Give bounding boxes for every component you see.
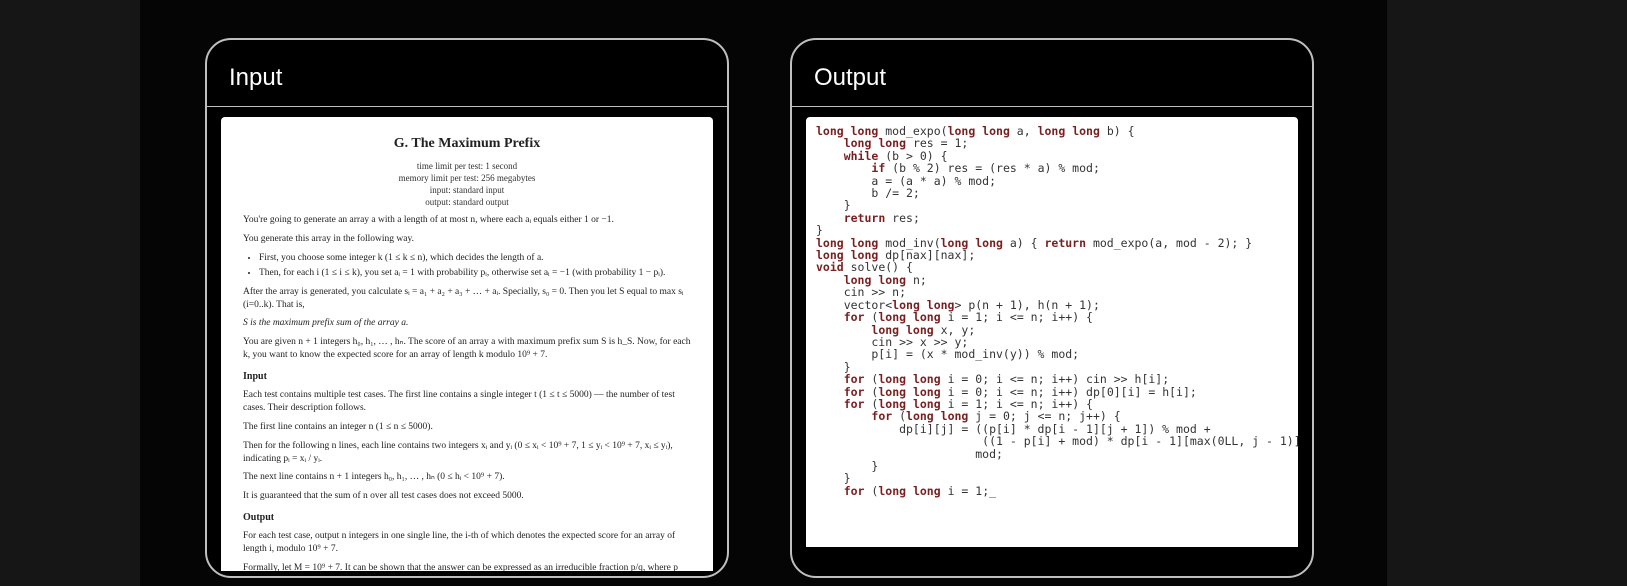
input-panel-title: Input — [207, 40, 727, 106]
meta-time: time limit per test: 1 second — [243, 160, 691, 172]
code-block: long long mod_expo(long long a, long lon… — [806, 117, 1298, 547]
prob-bullet2: Then, for each i (1 ≤ i ≤ k), you set aᵢ… — [259, 267, 691, 280]
input-panel: Input G. The Maximum Prefix time limit p… — [205, 38, 729, 578]
meta-memory: memory limit per test: 256 megabytes — [243, 172, 691, 184]
prob-intro1: You're going to generate an array a with… — [243, 214, 691, 227]
input-p2: The first line contains an integer n (1 … — [243, 421, 691, 434]
input-p5: It is guaranteed that the sum of n over … — [243, 490, 691, 503]
prob-given: You are given n + 1 integers h₀, h₁, … ,… — [243, 336, 691, 362]
prob-after2: S is the maximum prefix sum of the array… — [243, 317, 691, 330]
input-panel-rule — [207, 106, 727, 107]
prob-intro2: You generate this array in the following… — [243, 233, 691, 246]
input-p1: Each test contains multiple test cases. … — [243, 389, 691, 415]
input-section-head: Input — [243, 370, 691, 384]
problem-document: G. The Maximum Prefix time limit per tes… — [221, 117, 713, 571]
meta-stdout: output: standard output — [243, 196, 691, 208]
problem-title: G. The Maximum Prefix — [243, 135, 691, 154]
left-gutter — [0, 0, 140, 586]
code-text: long long mod_expo(long long a, long lon… — [816, 125, 1288, 497]
stage: Input G. The Maximum Prefix time limit p… — [0, 0, 1627, 586]
input-p3: Then for the following n lines, each lin… — [243, 440, 691, 466]
output-section-head: Output — [243, 511, 691, 525]
output-panel-rule — [792, 106, 1312, 107]
output-panel: Output long long mod_expo(long long a, l… — [790, 38, 1314, 578]
right-gutter — [1387, 0, 1627, 586]
prob-bullet1: First, you choose some integer k (1 ≤ k … — [259, 252, 691, 265]
output-panel-title: Output — [792, 40, 1312, 106]
input-p4: The next line contains n + 1 integers h₀… — [243, 471, 691, 484]
output-p1: For each test case, output n integers in… — [243, 530, 691, 556]
meta-stdin: input: standard input — [243, 184, 691, 196]
prob-after1: After the array is generated, you calcul… — [243, 286, 691, 312]
output-p2: Formally, let M = 10⁹ + 7. It can be sho… — [243, 562, 691, 571]
